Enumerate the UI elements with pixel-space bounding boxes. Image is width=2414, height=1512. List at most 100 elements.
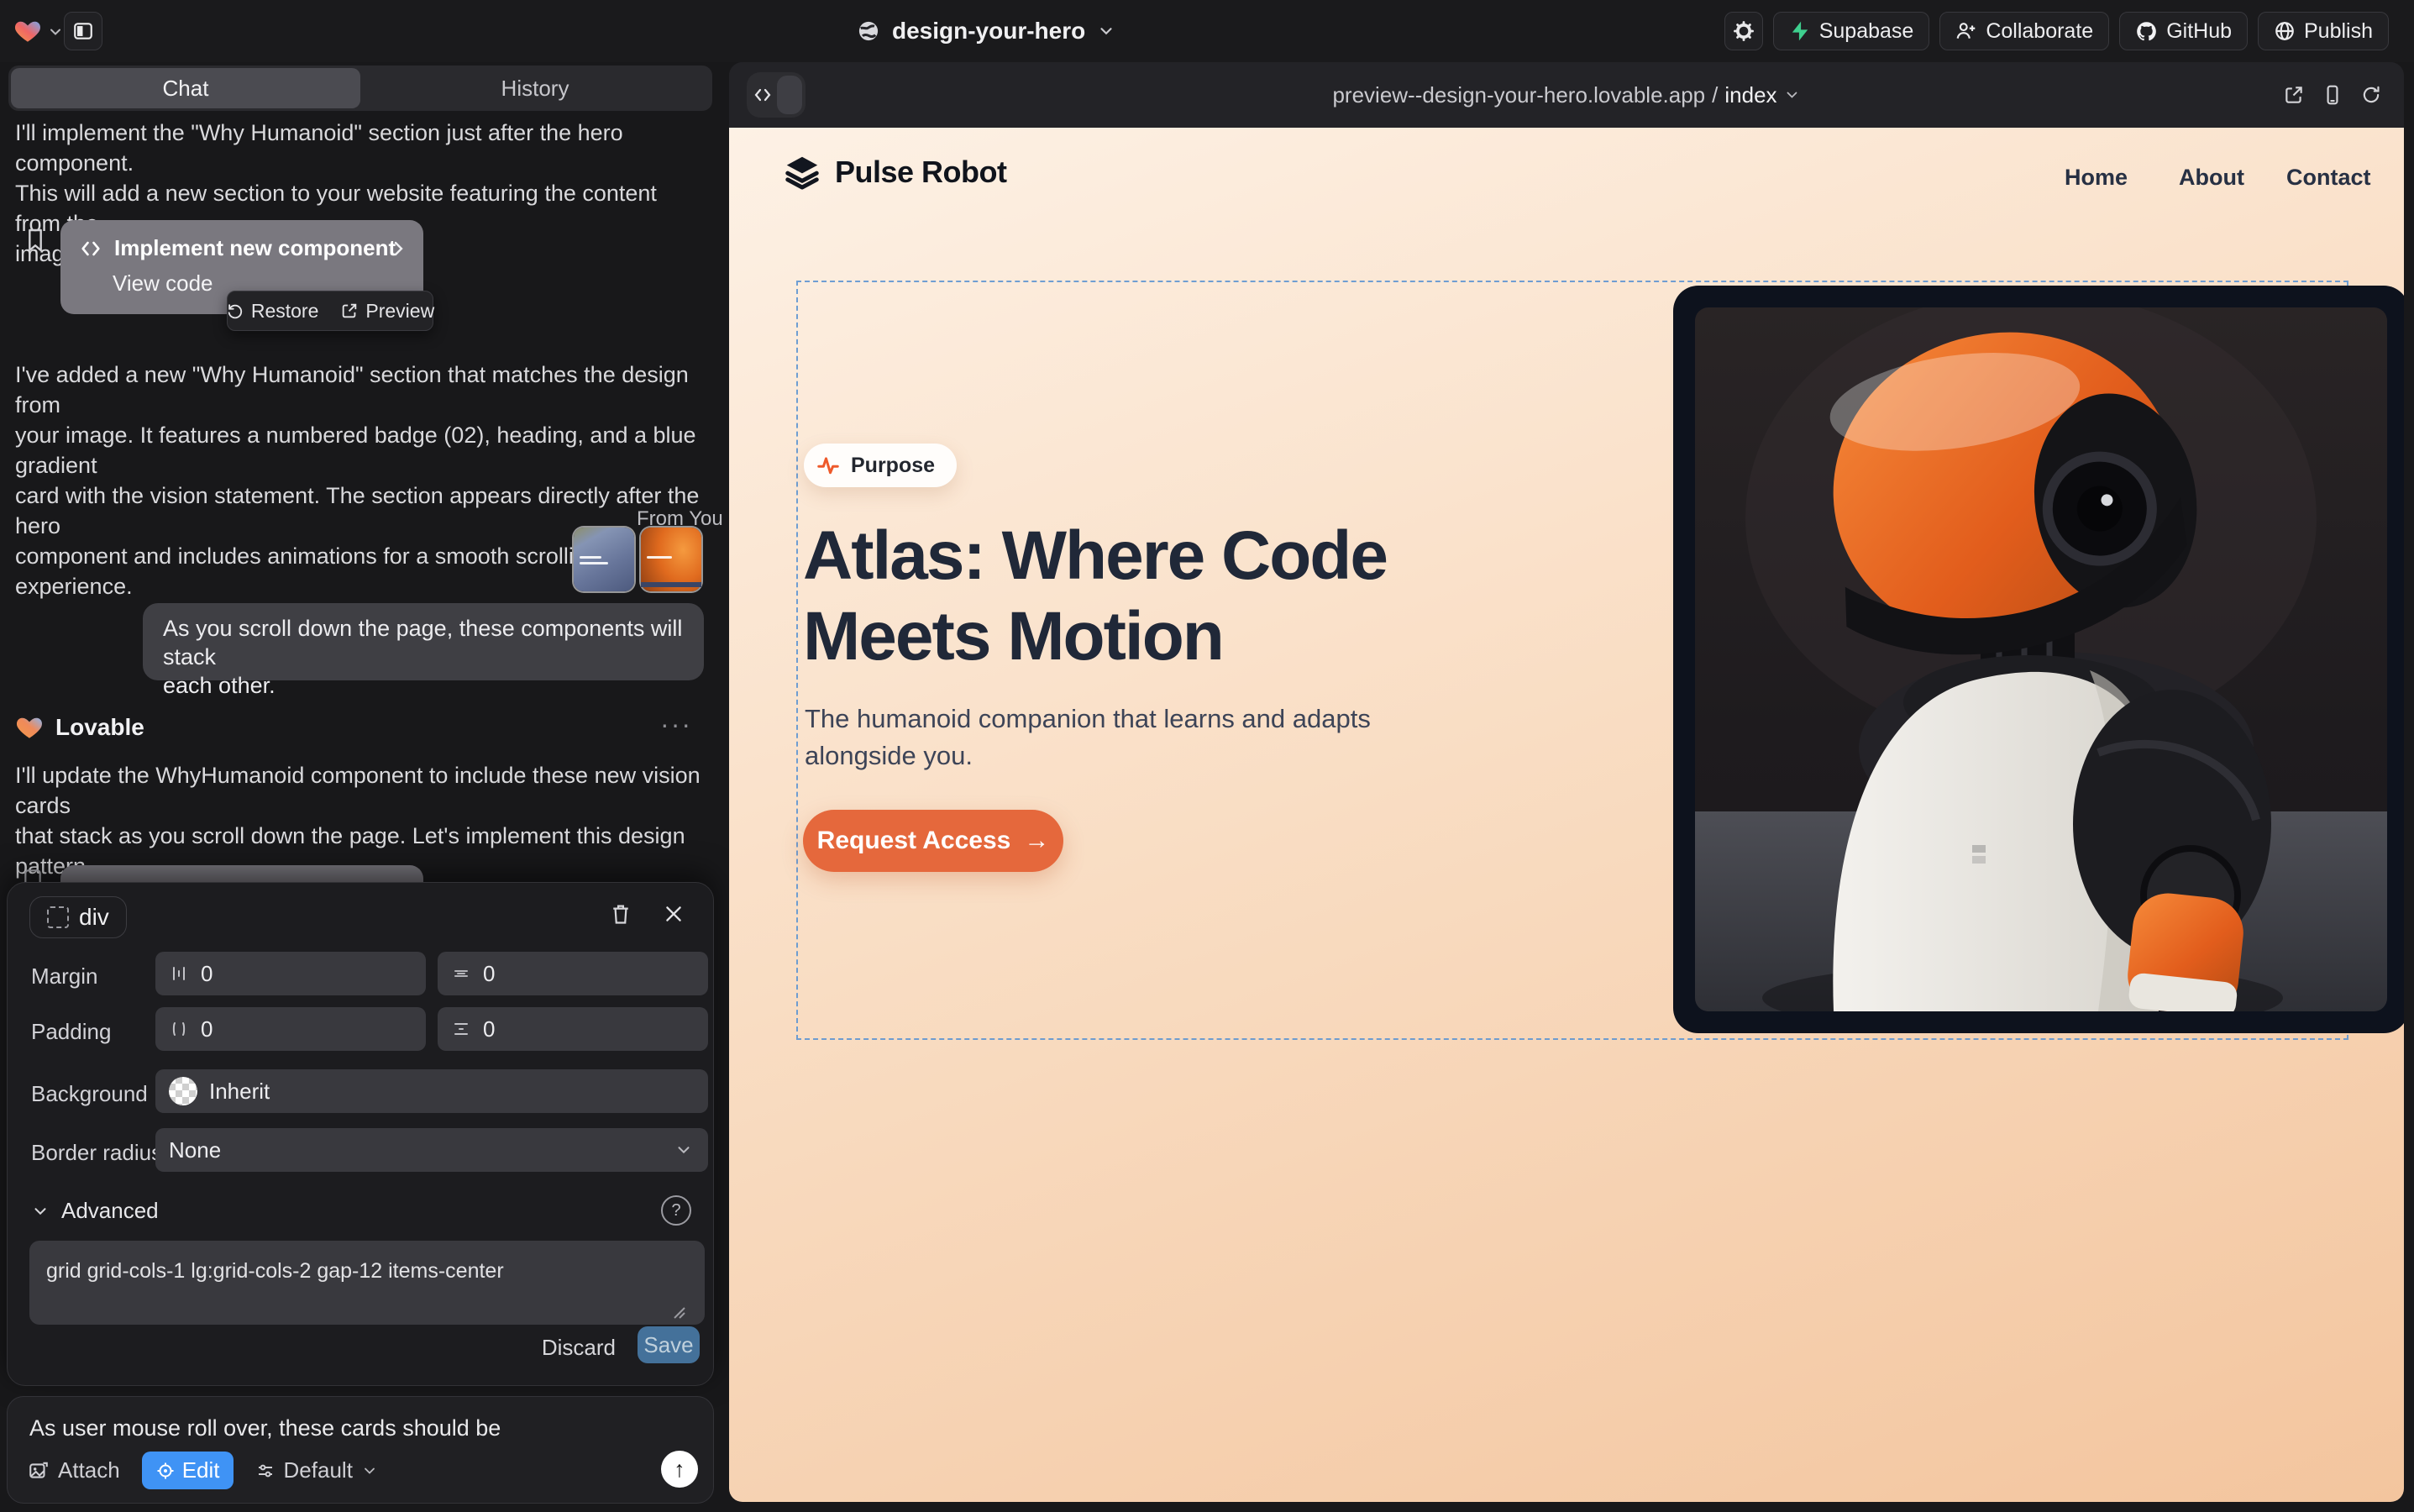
github-label: GitHub [2166, 19, 2232, 44]
lovable-heart-icon [15, 713, 44, 742]
chat-composer[interactable]: As user mouse roll over, these cards sho… [7, 1396, 714, 1504]
site-viewport: Pulse Robot Home About Contact Purpose A… [729, 128, 2404, 1502]
github-button[interactable]: GitHub [2119, 12, 2248, 50]
send-button[interactable]: ↑ [661, 1451, 698, 1488]
view-code-link[interactable]: View code [113, 270, 213, 297]
robot-image [1695, 307, 2387, 1011]
advanced-label: Advanced [61, 1198, 159, 1224]
composer-toolbar: Attach Edit Default [28, 1452, 378, 1489]
assistant-name: Lovable [55, 714, 144, 741]
publish-button[interactable]: Publish [2258, 12, 2389, 50]
dashed-square-icon [47, 906, 69, 928]
attach-button[interactable]: Attach [28, 1457, 120, 1483]
preview-pane: preview--design-your-hero.lovable.app / … [729, 62, 2404, 1502]
request-access-button[interactable]: Request Access → [803, 810, 1063, 872]
thumbnail-text-line [580, 562, 608, 564]
sliders-icon [255, 1461, 276, 1481]
padding-label: Padding [31, 1019, 111, 1045]
border-radius-select[interactable]: None [155, 1128, 708, 1172]
padding-x-input[interactable]: 0 [155, 1007, 426, 1051]
padding-horizontal-icon [169, 1019, 189, 1039]
project-name: design-your-hero [892, 18, 1085, 45]
attachment-thumbnail-orange[interactable] [641, 528, 701, 591]
component-card-title: Implement new component [114, 235, 396, 261]
refresh-icon [2360, 84, 2382, 106]
logo-chevron-down-icon[interactable] [47, 24, 64, 40]
url-separator: / [1712, 82, 1718, 108]
nav-link-contact[interactable]: Contact [2286, 165, 2371, 191]
margin-y-input[interactable]: 0 [438, 952, 708, 995]
user-note-text: As you scroll down the page, these compo… [163, 614, 704, 700]
restore-button[interactable]: Restore [226, 300, 319, 323]
collaborate-button[interactable]: Collaborate [1939, 12, 2109, 50]
attachment-thumbnail-blue[interactable] [574, 528, 634, 591]
chevron-down-icon [31, 1202, 50, 1221]
restore-label: Restore [251, 300, 319, 323]
nav-link-home[interactable]: Home [2065, 165, 2128, 191]
margin-vertical-icon [451, 963, 471, 984]
mode-select[interactable]: Default [255, 1457, 378, 1483]
project-switcher[interactable]: design-your-hero [857, 0, 1115, 62]
message-menu-button[interactable]: ··· [660, 709, 692, 740]
close-icon [663, 903, 685, 925]
brand-name: Pulse Robot [835, 155, 1007, 190]
composer-input[interactable]: As user mouse roll over, these cards sho… [29, 1415, 501, 1441]
element-inspector-panel: div Margin 0 0 Padding 0 [7, 882, 714, 1386]
mode-chevron-icon [361, 1462, 378, 1479]
tab-chat[interactable]: Chat [11, 68, 360, 108]
help-icon[interactable]: ? [661, 1195, 691, 1226]
cta-label: Request Access [817, 827, 1011, 855]
top-bar: design-your-hero [0, 0, 2414, 62]
supabase-button[interactable]: Supabase [1773, 12, 1930, 50]
user-note-bubble: As you scroll down the page, these compo… [143, 603, 704, 680]
publish-globe-icon [2274, 20, 2296, 42]
assistant-header: Lovable ··· [15, 711, 704, 744]
padding-x-value: 0 [201, 1016, 213, 1042]
border-radius-value: None [169, 1137, 221, 1163]
settings-button[interactable] [1724, 12, 1763, 50]
project-chevron-down-icon [1097, 22, 1115, 40]
supabase-icon [1789, 20, 1811, 42]
code-icon [79, 237, 102, 260]
preview-url-bar[interactable]: preview--design-your-hero.lovable.app / … [1332, 62, 1800, 128]
close-panel-button[interactable] [663, 903, 685, 925]
advanced-classes-textarea[interactable]: grid grid-cols-1 lg:grid-cols-2 gap-12 i… [29, 1241, 705, 1325]
advanced-section-toggle[interactable]: Advanced [31, 1198, 159, 1224]
code-view-toggle[interactable] [747, 72, 806, 118]
padding-y-input[interactable]: 0 [438, 1007, 708, 1051]
selected-element-chip[interactable]: div [29, 896, 127, 938]
gear-icon [1733, 20, 1755, 42]
component-card-header: Implement new component [79, 235, 396, 261]
background-input[interactable]: Inherit [155, 1069, 708, 1113]
sidebar-toggle-button[interactable] [64, 12, 102, 50]
open-in-new-tab-button[interactable] [2283, 84, 2305, 106]
purpose-badge: Purpose [804, 444, 957, 487]
margin-horizontal-icon [169, 963, 189, 984]
refresh-button[interactable] [2360, 84, 2382, 106]
layers-logo-icon [783, 153, 821, 192]
margin-x-input[interactable]: 0 [155, 952, 426, 995]
thumbnail-text-line [580, 556, 601, 559]
topbar-actions: Supabase Collaborate GitHub Pu [1724, 12, 2389, 49]
resize-handle[interactable] [669, 1303, 686, 1320]
phone-icon [2322, 84, 2343, 106]
bookmark-icon[interactable] [22, 225, 49, 255]
transparency-swatch-icon [169, 1077, 197, 1105]
attach-image-icon [28, 1460, 50, 1482]
preview-header: preview--design-your-hero.lovable.app / … [729, 62, 2404, 128]
up-arrow-icon: ↑ [674, 1457, 685, 1483]
mobile-view-button[interactable] [2322, 84, 2343, 106]
thumbnail-strip [641, 582, 701, 587]
tab-history[interactable]: History [360, 68, 710, 108]
edit-mode-button[interactable]: Edit [142, 1452, 234, 1489]
hero-robot-card [1673, 286, 2404, 1033]
delete-element-button[interactable] [609, 901, 632, 927]
discard-button[interactable]: Discard [542, 1335, 616, 1361]
site-brand[interactable]: Pulse Robot [783, 153, 1007, 192]
nav-link-about[interactable]: About [2179, 165, 2244, 191]
selected-hero-section[interactable]: Purpose Atlas: Where Code Meets Motion T… [796, 281, 2348, 1040]
save-button[interactable]: Save [638, 1326, 700, 1363]
lovable-app: design-your-hero [0, 0, 2414, 1512]
preview-button[interactable]: Preview [340, 300, 434, 323]
lovable-logo-icon[interactable] [13, 17, 42, 45]
